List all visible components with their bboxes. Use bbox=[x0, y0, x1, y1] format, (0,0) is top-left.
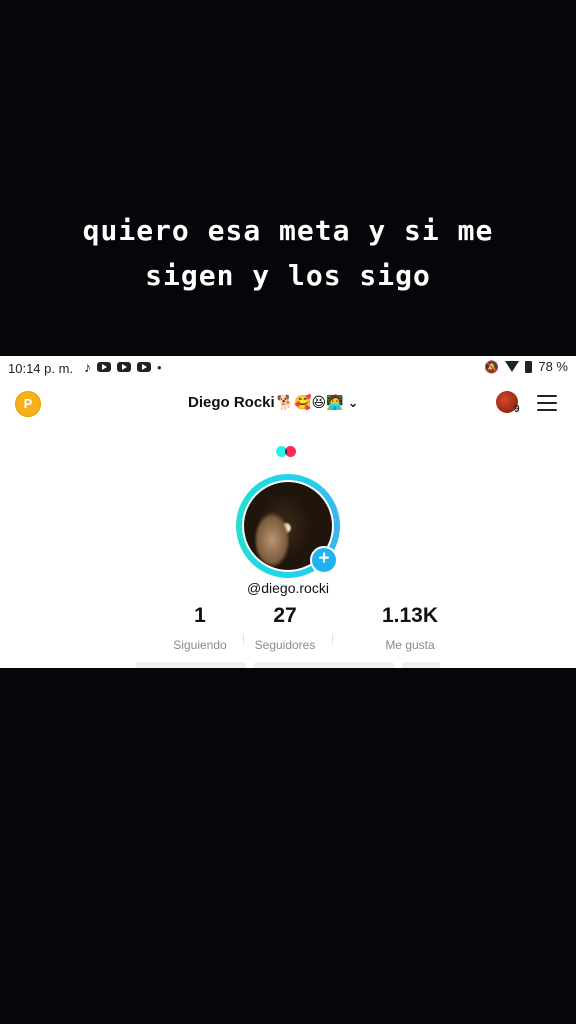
profile-avatar[interactable]: + bbox=[236, 474, 340, 578]
tiktok-icon: ♪ bbox=[84, 359, 91, 375]
display-name: Diego Rocki bbox=[188, 394, 275, 411]
status-bar: 10:14 p. m. ♪ • 🔕 78 % bbox=[0, 356, 576, 380]
edit-profile-button[interactable] bbox=[136, 662, 246, 668]
account-switcher[interactable]: Diego Rocki 🐕🥰😆🧑‍💻 ⌄ bbox=[188, 394, 358, 411]
share-profile-button[interactable] bbox=[254, 662, 394, 668]
video-caption: quiero esa meta y si me sigen y los sigo bbox=[0, 208, 576, 298]
stat-divider bbox=[243, 634, 244, 644]
status-time: 10:14 p. m. bbox=[8, 361, 74, 376]
youtube-icon bbox=[117, 362, 131, 372]
friends-count-badge: 9 bbox=[514, 404, 520, 415]
battery-icon bbox=[525, 360, 533, 373]
caption-line-1: quiero esa meta y si me bbox=[82, 214, 494, 247]
youtube-icon bbox=[137, 362, 151, 372]
youtube-icon bbox=[97, 362, 111, 372]
mute-icon: 🔕 bbox=[484, 359, 500, 374]
status-system-icons: 🔕 78 % bbox=[484, 359, 568, 374]
more-notifications-dot-icon: • bbox=[157, 359, 162, 375]
stat-likes[interactable]: 1.13K Me gusta bbox=[330, 604, 490, 652]
likes-label: Me gusta bbox=[385, 638, 435, 652]
wifi-icon bbox=[505, 361, 520, 372]
display-name-emojis: 🐕🥰😆🧑‍💻 bbox=[276, 394, 344, 410]
caption-line-2: sigen y los sigo bbox=[145, 259, 431, 292]
add-story-plus-icon[interactable]: + bbox=[310, 546, 338, 574]
add-friends-button[interactable] bbox=[402, 662, 440, 668]
battery-level: 78 % bbox=[538, 359, 568, 374]
profile-action-buttons bbox=[0, 662, 576, 668]
status-notification-icons: ♪ • bbox=[84, 359, 162, 375]
now-status-icon[interactable] bbox=[276, 446, 300, 457]
username-handle: @diego.rocki bbox=[247, 580, 329, 596]
coin-icon[interactable]: P bbox=[15, 391, 41, 417]
likes-count: 1.13K bbox=[381, 604, 439, 627]
stat-divider bbox=[332, 634, 333, 644]
hamburger-menu-icon[interactable] bbox=[537, 395, 557, 416]
profile-header: P Diego Rocki 🐕🥰😆🧑‍💻 ⌄ 9 bbox=[0, 386, 576, 420]
chevron-down-icon: ⌄ bbox=[347, 394, 359, 410]
profile-screenshot: 10:14 p. m. ♪ • 🔕 78 % P Diego Rocki 🐕🥰😆… bbox=[0, 356, 576, 668]
